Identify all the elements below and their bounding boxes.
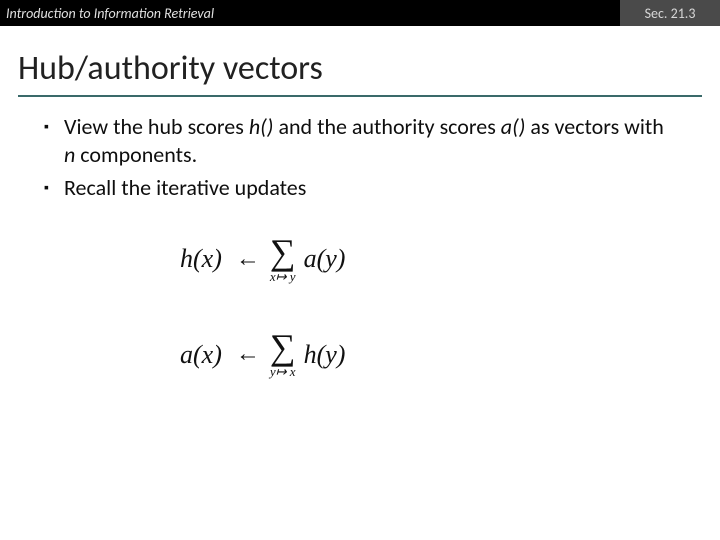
sum-subscript: y↦ x [270, 365, 296, 378]
header-bar: Introduction to Information Retrieval Se… [0, 0, 720, 26]
course-title: Introduction to Information Retrieval [0, 0, 620, 26]
summation: ∑ x↦ y [270, 236, 296, 283]
summation: ∑ y↦ x [270, 331, 296, 378]
bullet-text: Recall the iterative updates [64, 174, 680, 202]
sigma-icon: ∑ [270, 236, 296, 268]
bullet-text: View the hub scores h() and the authorit… [64, 113, 680, 168]
bullet-item: ▪ View the hub scores h() and the author… [44, 113, 680, 168]
eq-rhs: h(y) [304, 340, 346, 370]
left-arrow-icon: ← [236, 341, 260, 368]
eq-lhs: a(x) [180, 340, 222, 370]
eq-lhs: h(x) [180, 244, 222, 274]
bullet-marker-icon: ▪ [44, 113, 64, 168]
eq-rhs: a(y) [304, 244, 346, 274]
equations-block: h(x) ← ∑ x↦ y a(y) a(x) ← ∑ y↦ x h(y) [0, 208, 720, 379]
equation-hub: h(x) ← ∑ x↦ y a(y) [180, 236, 345, 283]
left-arrow-icon: ← [236, 246, 260, 273]
sigma-icon: ∑ [270, 331, 296, 363]
bullet-item: ▪ Recall the iterative updates [44, 174, 680, 202]
section-label: Sec. 21.3 [620, 0, 720, 26]
bullet-marker-icon: ▪ [44, 174, 64, 202]
slide-title: Hub/authority vectors [0, 26, 720, 95]
bullet-list: ▪ View the hub scores h() and the author… [0, 97, 720, 202]
sum-subscript: x↦ y [270, 270, 296, 283]
equation-authority: a(x) ← ∑ y↦ x h(y) [180, 331, 345, 378]
